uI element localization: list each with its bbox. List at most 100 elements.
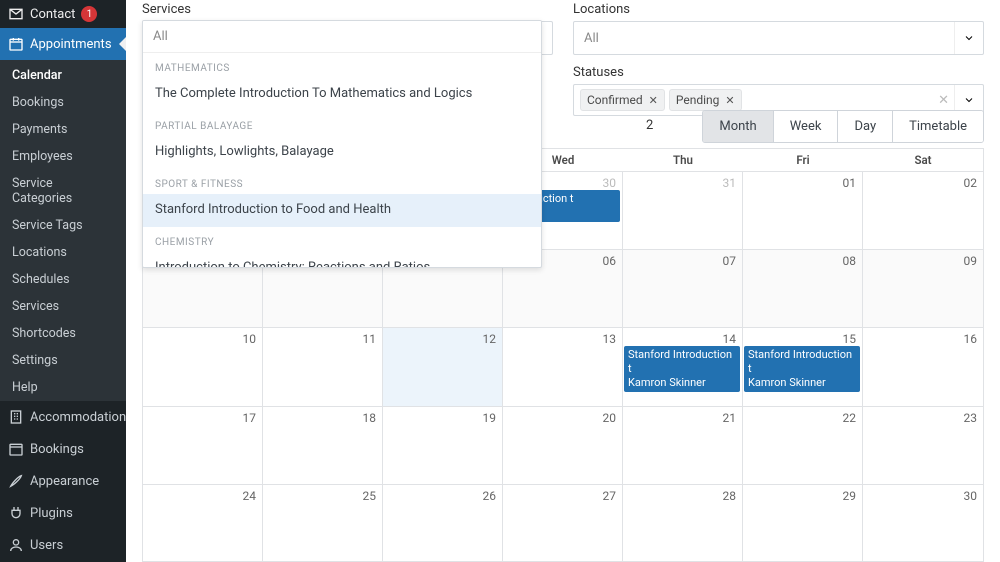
sidebar-sub-calendar[interactable]: Calendar xyxy=(0,60,126,89)
sidebar-item-users[interactable]: Users xyxy=(0,529,126,561)
calendar-day-number: 18 xyxy=(363,411,377,425)
calendar-weekday: Thu xyxy=(623,149,743,171)
locations-filter-label: Locations xyxy=(573,2,984,17)
dropdown-item[interactable]: Stanford Introduction to Food and Health xyxy=(143,194,541,227)
sidebar-sub-settings[interactable]: Settings xyxy=(0,347,126,374)
plug-icon xyxy=(8,505,24,521)
sidebar-item-contact[interactable]: Contact 1 xyxy=(0,0,126,28)
calendar-day-number: 15 xyxy=(843,332,857,346)
calendar-day-number: 26 xyxy=(483,489,497,503)
calendar-day-number: 14 xyxy=(723,332,737,346)
calendar-cell[interactable]: 22 xyxy=(743,407,863,485)
services-filter-label: Services xyxy=(142,2,553,17)
sidebar-sub-bookings[interactable]: Bookings xyxy=(0,89,126,116)
sidebar-sub-shortcodes[interactable]: Shortcodes xyxy=(0,320,126,347)
dropdown-group-label: MATHEMATICS xyxy=(143,53,541,78)
calendar-day-number: 28 xyxy=(723,489,737,503)
sidebar-item-appearance[interactable]: Appearance xyxy=(0,465,126,497)
building-icon xyxy=(8,409,24,425)
calendar-cell[interactable]: 29 xyxy=(743,485,863,562)
dropdown-group-label: PARTIAL BALAYAGE xyxy=(143,111,541,136)
locations-filter-select[interactable]: All xyxy=(573,21,984,55)
dropdown-item[interactable]: Highlights, Lowlights, Balayage xyxy=(143,136,541,169)
calendar-cell[interactable]: 02 xyxy=(863,172,983,250)
sidebar-sub-help[interactable]: Help xyxy=(0,374,126,401)
remove-tag-button[interactable]: ✕ xyxy=(725,94,734,107)
calendar-cell[interactable]: 13 xyxy=(503,328,623,406)
calendar-cell[interactable]: 24 xyxy=(143,485,263,562)
calendar-cell[interactable]: 28 xyxy=(623,485,743,562)
sidebar-item-label: Plugins xyxy=(30,506,73,521)
calendar-day-number: 19 xyxy=(483,411,497,425)
sidebar-sub-employees[interactable]: Employees xyxy=(0,143,126,170)
calendar-cell[interactable]: 18 xyxy=(263,407,383,485)
calendar-event[interactable]: Stanford Introduction tKamron Skinner xyxy=(744,346,860,391)
calendar-weekday: Sat xyxy=(863,149,983,171)
calendar-cell[interactable]: 07 xyxy=(623,250,743,328)
sidebar-item-accommodation[interactable]: Accommodation xyxy=(0,401,126,433)
view-timetable-button[interactable]: Timetable xyxy=(892,111,983,142)
calendar-cell[interactable]: 08 xyxy=(743,250,863,328)
calendar-day-number: 07 xyxy=(723,254,737,268)
calendar-day-number: 10 xyxy=(243,332,257,346)
sidebar-item-label: Appointments xyxy=(30,37,112,52)
services-dropdown-search[interactable] xyxy=(143,21,541,52)
sidebar-sub-services[interactable]: Services xyxy=(0,293,126,320)
user-icon xyxy=(8,537,24,553)
calendar-cell[interactable]: 09 xyxy=(863,250,983,328)
chevron-down-icon[interactable] xyxy=(954,22,975,54)
calendar-cell[interactable]: 27 xyxy=(503,485,623,562)
sidebar-item-label: Contact xyxy=(30,7,75,22)
calendar-cell[interactable]: 21 xyxy=(623,407,743,485)
calendar-day-number: 30 xyxy=(964,489,978,503)
calendar-cell[interactable]: 25 xyxy=(263,485,383,562)
sidebar-item-plugins[interactable]: Plugins xyxy=(0,497,126,529)
sidebar-sub-schedules[interactable]: Schedules xyxy=(0,266,126,293)
admin-sidebar: Contact 1 Appointments Calendar Bookings… xyxy=(0,0,126,562)
calendar-cell[interactable]: 31 xyxy=(623,172,743,250)
calendar-cell[interactable]: 23 xyxy=(863,407,983,485)
sidebar-item-appointments[interactable]: Appointments xyxy=(0,28,126,60)
dropdown-item[interactable]: The Complete Introduction To Mathematics… xyxy=(143,78,541,111)
sidebar-sub-locations[interactable]: Locations xyxy=(0,239,126,266)
view-week-button[interactable]: Week xyxy=(773,111,838,142)
calendar-cell[interactable]: 20 xyxy=(503,407,623,485)
sidebar-item-bookings[interactable]: Bookings xyxy=(0,433,126,465)
calendar-icon xyxy=(8,36,24,52)
remove-tag-button[interactable]: ✕ xyxy=(649,94,658,107)
sidebar-sub-service-categories[interactable]: Service Categories xyxy=(0,170,126,212)
calendar-cell[interactable]: 26 xyxy=(383,485,503,562)
clear-statuses-button[interactable]: ✕ xyxy=(938,93,949,108)
services-dropdown-list[interactable]: MATHEMATICSThe Complete Introduction To … xyxy=(143,53,541,268)
calendar-cell[interactable]: 11 xyxy=(263,328,383,406)
view-day-button[interactable]: Day xyxy=(837,111,892,142)
calendar-cell[interactable]: 10 xyxy=(143,328,263,406)
sidebar-item-label: Users xyxy=(30,538,63,553)
locations-filter-value: All xyxy=(584,31,599,46)
calendar-day-number: 02 xyxy=(964,176,978,190)
dropdown-item[interactable]: Introduction to Chemistry: Reactions and… xyxy=(143,252,541,268)
sidebar-sub-payments[interactable]: Payments xyxy=(0,116,126,143)
dropdown-group-label: SPORT & FITNESS xyxy=(143,169,541,194)
calendar-day-number: 31 xyxy=(723,176,737,190)
calendar-cell[interactable]: 12 xyxy=(383,328,503,406)
view-switch: Month Week Day Timetable xyxy=(702,110,984,143)
services-dropdown: MATHEMATICSThe Complete Introduction To … xyxy=(142,20,542,268)
sidebar-item-label: Accommodation xyxy=(30,410,126,425)
calendar-cell[interactable]: 15Stanford Introduction tKamron Skinner xyxy=(743,328,863,406)
calendar-day-number: 17 xyxy=(243,411,257,425)
calendar-cell[interactable]: 01 xyxy=(743,172,863,250)
sidebar-sub-service-tags[interactable]: Service Tags xyxy=(0,212,126,239)
calendar-day-number: 24 xyxy=(243,489,257,503)
calendar-cell[interactable]: 30 xyxy=(863,485,983,562)
calendar-cell[interactable]: 19 xyxy=(383,407,503,485)
view-month-button[interactable]: Month xyxy=(703,111,772,142)
main-content: Services All Locations All Statuses Conf… xyxy=(126,0,1000,562)
calendar-cell[interactable]: 17 xyxy=(143,407,263,485)
calendar-event[interactable]: Stanford Introduction tKamron Skinner xyxy=(624,346,740,391)
status-tag: Pending✕ xyxy=(669,89,742,111)
calendar-weekday: Fri xyxy=(743,149,863,171)
calendar-cell[interactable]: 16 xyxy=(863,328,983,406)
calendar-cell[interactable]: 14Stanford Introduction tKamron Skinner xyxy=(623,328,743,406)
mail-icon xyxy=(8,6,24,22)
